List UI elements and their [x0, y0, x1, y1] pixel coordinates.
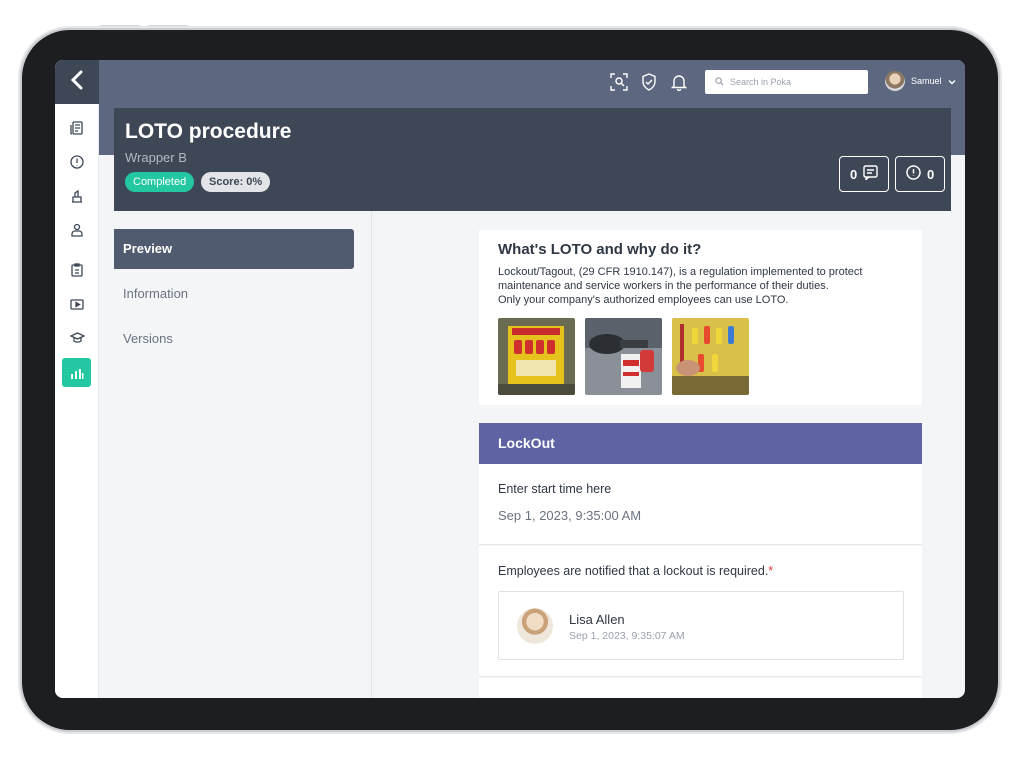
alert-icon — [906, 165, 921, 183]
nav-information[interactable]: Information — [114, 274, 354, 314]
notification-label: Employees are notified that a lockout is… — [498, 564, 773, 578]
back-chevron-icon — [70, 70, 84, 95]
comments-button[interactable]: 0 — [839, 156, 890, 192]
user-name: Samuel — [911, 76, 942, 86]
avatar — [885, 71, 905, 91]
back-button[interactable] — [55, 60, 99, 104]
nav-versions[interactable]: Versions — [114, 319, 354, 359]
section-lockout-header: LockOut — [479, 423, 922, 464]
training-icon[interactable] — [67, 328, 87, 348]
padlock-board-image[interactable] — [672, 318, 749, 395]
intro-card: What's LOTO and why do it? Lockout/Tagou… — [479, 230, 922, 405]
signer-name: Lisa Allen — [569, 612, 625, 627]
required-mark: * — [768, 564, 774, 578]
page-title: LOTO procedure — [125, 120, 292, 143]
signature-card[interactable]: Lisa Allen Sep 1, 2023, 9:35:07 AM — [498, 591, 904, 660]
intro-line: Lockout/Tagout, (29 CFR 1910.147), is a … — [498, 266, 863, 278]
clipboard-icon[interactable] — [67, 260, 87, 280]
scan-icon[interactable] — [609, 72, 629, 92]
issues-count: 0 — [927, 166, 935, 182]
shield-icon[interactable] — [639, 72, 659, 92]
tablet-volume-button — [100, 25, 140, 28]
procedure-header: LOTO procedure Wrapper B Completed Score… — [114, 108, 951, 211]
intro-title: What's LOTO and why do it? — [498, 241, 702, 258]
machine-icon[interactable] — [67, 186, 87, 206]
score-badge: Score: 0% — [201, 172, 271, 192]
status-badge: Completed — [125, 172, 195, 192]
start-time-field[interactable]: Enter start time here Sep 1, 2023, 9:35:… — [479, 464, 922, 545]
issues-button[interactable]: 0 — [895, 156, 946, 192]
users-icon[interactable] — [67, 220, 87, 240]
comment-icon — [863, 165, 878, 183]
app-screen: Search in Poka Samuel LOTO procedure Wra… — [55, 60, 965, 698]
search-icon — [715, 73, 724, 91]
next-field — [479, 678, 922, 698]
signer-date: Sep 1, 2023, 9:35:07 AM — [569, 630, 685, 642]
issue-icon[interactable] — [67, 152, 87, 172]
notification-label-text: Employees are notified that a lockout is… — [498, 564, 769, 578]
notification-field: Employees are notified that a lockout is… — [479, 546, 922, 677]
search-placeholder: Search in Poka — [730, 77, 792, 87]
left-rail — [55, 60, 99, 698]
analytics-icon[interactable] — [62, 358, 91, 387]
chevron-down-icon — [948, 72, 956, 90]
tablet-frame: Search in Poka Samuel LOTO procedure Wra… — [22, 30, 998, 730]
intro-line: maintenance and service workers in the p… — [498, 280, 829, 292]
start-time-value: Sep 1, 2023, 9:35:00 AM — [498, 508, 642, 523]
video-icon[interactable] — [67, 294, 87, 314]
bell-icon[interactable] — [669, 72, 689, 92]
intro-line: Only your company's authorized employees… — [498, 294, 789, 306]
user-menu[interactable]: Samuel — [885, 71, 956, 91]
lockout-station-image[interactable] — [498, 318, 575, 395]
start-time-label: Enter start time here — [498, 482, 612, 496]
nav-preview[interactable]: Preview — [114, 229, 354, 269]
procedure-nav: Preview Information Versions — [114, 211, 372, 698]
tablet-volume-button — [148, 25, 188, 28]
page-subtitle: Wrapper B — [125, 150, 187, 165]
news-icon[interactable] — [67, 118, 87, 138]
avatar — [517, 608, 553, 644]
search-input[interactable]: Search in Poka — [705, 70, 868, 94]
comments-count: 0 — [850, 166, 858, 182]
valve-lock-image[interactable] — [585, 318, 662, 395]
